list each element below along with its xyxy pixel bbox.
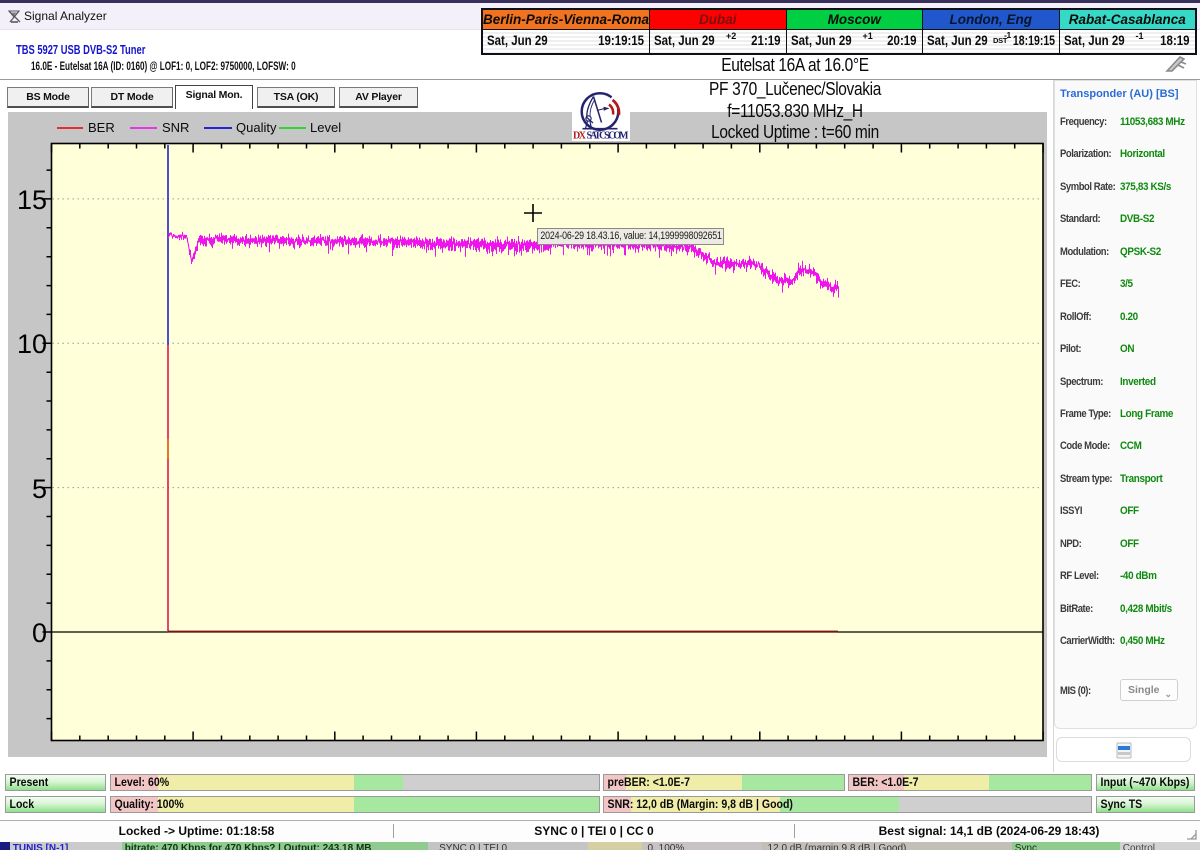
- svg-text:15: 15: [17, 185, 47, 215]
- svg-text:0: 0: [32, 618, 47, 648]
- svg-text:SATCS.COM: SATCS.COM: [587, 131, 630, 142]
- svg-text:10: 10: [17, 329, 47, 359]
- svg-text:5: 5: [32, 474, 47, 504]
- svg-text:DX: DX: [573, 131, 587, 142]
